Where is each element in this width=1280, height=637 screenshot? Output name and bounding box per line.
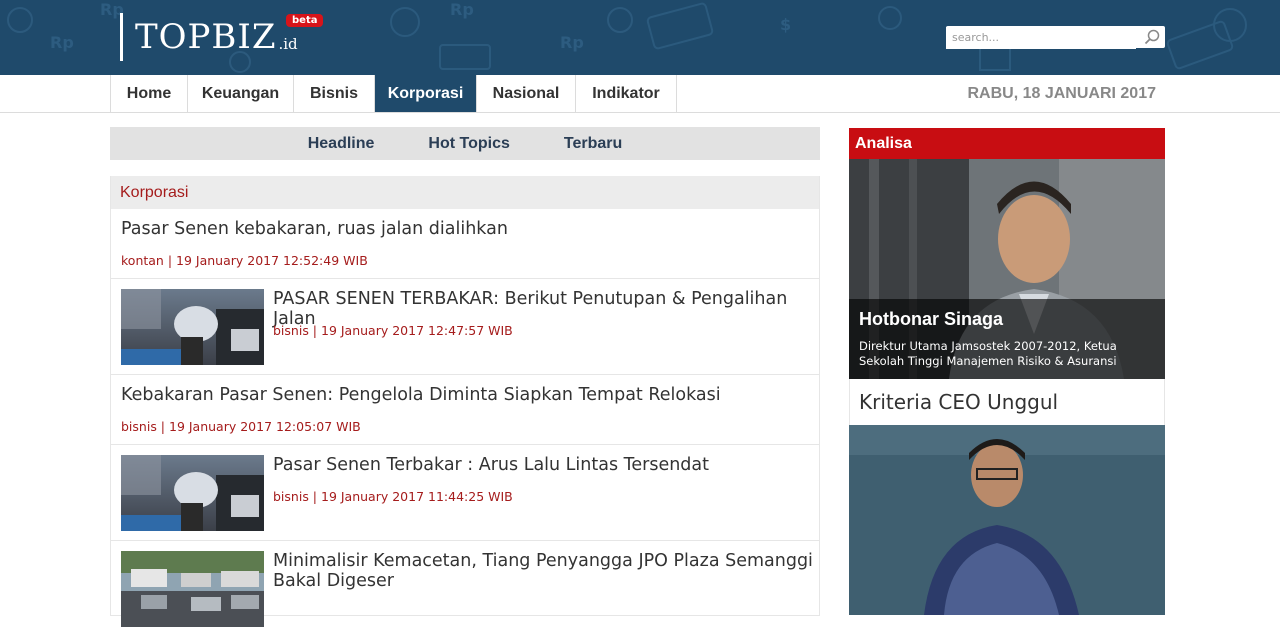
svg-text:$: $: [780, 15, 791, 34]
analisa-next-title[interactable]: Kriteria CEO Unggul: [849, 379, 1165, 425]
news-item[interactable]: PASAR SENEN TERBAKAR: Berikut Penutupan …: [111, 279, 819, 375]
news-meta: kontan | 19 January 2017 12:52:49 WIB: [121, 253, 368, 268]
analisa-panel: Analisa Hotbonar Sinaga Direktur Utama J…: [849, 128, 1165, 615]
nav-item-nasional[interactable]: Nasional: [477, 75, 576, 112]
nav-item-indikator[interactable]: Indikator: [576, 75, 677, 112]
thumbnail-traffic-image: [121, 551, 264, 627]
svg-text:Rp: Rp: [450, 0, 474, 19]
search-icon[interactable]: [1143, 28, 1161, 46]
sub-tabs: Headline Hot Topics Terbaru: [110, 127, 820, 160]
analisa-photo[interactable]: Hotbonar Sinaga Direktur Utama Jamsostek…: [849, 159, 1165, 379]
news-title[interactable]: Kebakaran Pasar Senen: Pengelola Diminta…: [121, 385, 721, 405]
news-meta: bisnis | 19 January 2017 12:47:57 WIB: [273, 323, 513, 338]
search-input[interactable]: [946, 26, 1136, 49]
news-title[interactable]: Pasar Senen kebakaran, ruas jalan dialih…: [121, 219, 508, 239]
news-section-title: Korporasi: [111, 176, 819, 209]
news-meta: bisnis | 19 January 2017 12:05:07 WIB: [121, 419, 361, 434]
logo-suffix: .id: [278, 35, 298, 53]
beta-badge: beta: [286, 14, 324, 27]
nav-item-keuangan[interactable]: Keuangan: [188, 75, 294, 112]
site-logo[interactable]: TOPBIZ .id: [120, 12, 298, 62]
analisa-name[interactable]: Hotbonar Sinaga: [859, 309, 1003, 330]
analisa-description: Direktur Utama Jamsostek 2007-2012, Ketu…: [859, 339, 1117, 368]
tab-terbaru[interactable]: Terbaru: [564, 135, 622, 153]
svg-text:Rp: Rp: [560, 33, 584, 52]
nav-item-bisnis[interactable]: Bisnis: [294, 75, 375, 112]
analisa-caption: Hotbonar Sinaga Direktur Utama Jamsostek…: [849, 299, 1165, 379]
logo-bar: [120, 13, 123, 61]
news-title[interactable]: Minimalisir Kemacetan, Tiang Penyangga J…: [273, 551, 813, 591]
news-meta: bisnis | 19 January 2017 11:44:25 WIB: [273, 489, 513, 504]
news-item[interactable]: Pasar Senen kebakaran, ruas jalan dialih…: [111, 209, 819, 279]
logo-text: TOPBIZ: [135, 17, 277, 57]
news-item[interactable]: Pasar Senen Terbakar : Arus Lalu Lintas …: [111, 445, 819, 541]
nav-menu: Home Keuangan Bisnis Korporasi Nasional …: [110, 75, 677, 113]
thumbnail-fire-image: [121, 289, 264, 365]
news-title[interactable]: Pasar Senen Terbakar : Arus Lalu Lintas …: [273, 455, 813, 475]
nav-item-home[interactable]: Home: [111, 75, 188, 112]
news-item[interactable]: Minimalisir Kemacetan, Tiang Penyangga J…: [111, 541, 819, 637]
news-list: Korporasi Pasar Senen kebakaran, ruas ja…: [110, 176, 820, 627]
news-item[interactable]: Kebakaran Pasar Senen: Pengelola Diminta…: [111, 375, 819, 445]
news-thumbnail[interactable]: [121, 289, 264, 365]
nav-item-korporasi[interactable]: Korporasi: [375, 75, 477, 112]
main-nav: Home Keuangan Bisnis Korporasi Nasional …: [0, 75, 1280, 113]
thumbnail-fire-image: [121, 455, 264, 531]
portrait-image: [849, 425, 1165, 615]
news-thumbnail[interactable]: [121, 551, 264, 627]
site-header: RpRpRp $Rp$ TOPBIZ .id beta: [0, 0, 1280, 75]
news-thumbnail[interactable]: [121, 455, 264, 531]
svg-text:Rp: Rp: [50, 33, 74, 52]
tab-headline[interactable]: Headline: [308, 135, 375, 153]
search-box[interactable]: [946, 26, 1165, 49]
current-date: RABU, 18 JANUARI 2017: [967, 84, 1156, 102]
analisa-next-photo[interactable]: [849, 425, 1165, 615]
analisa-header: Analisa: [849, 128, 1165, 159]
tab-hot-topics[interactable]: Hot Topics: [428, 135, 509, 153]
